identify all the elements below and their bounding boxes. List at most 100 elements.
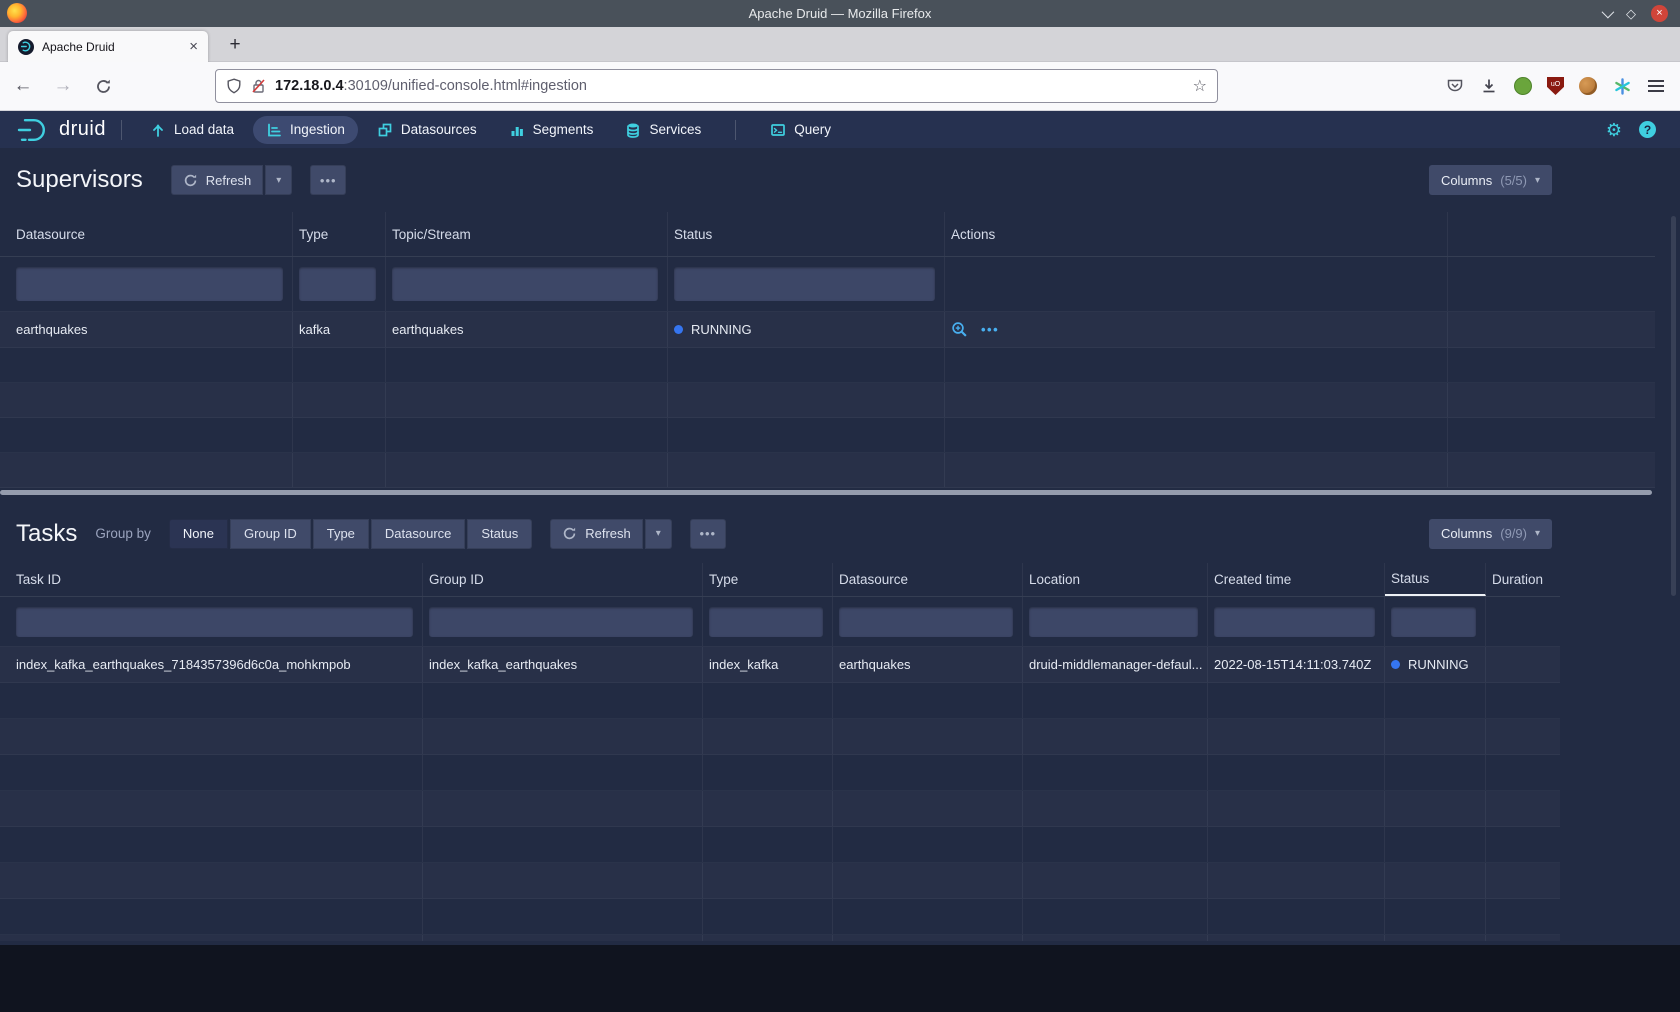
filter-created-time-input[interactable] <box>1214 607 1375 637</box>
filter-group-id-input[interactable] <box>429 607 693 637</box>
group-by-none-button[interactable]: None <box>169 519 228 549</box>
cell-created-time[interactable]: 2022-08-15T14:11:03.740Z <box>1208 647 1385 682</box>
cell-datasource[interactable]: earthquakes <box>833 647 1023 682</box>
pocket-icon[interactable] <box>1445 76 1465 96</box>
browser-tab[interactable]: Apache Druid × <box>8 31 208 62</box>
tasks-table-header: Task ID Group ID Type Datasource Locatio… <box>0 563 1560 597</box>
group-by-status-button[interactable]: Status <box>467 519 532 549</box>
filter-location-input[interactable] <box>1029 607 1198 637</box>
col-header-created-time[interactable]: Created time <box>1208 563 1385 596</box>
empty-row <box>0 863 1560 899</box>
filter-status-input[interactable] <box>674 267 935 301</box>
hamburger-menu-icon[interactable] <box>1646 76 1666 96</box>
window-minimize-icon[interactable] <box>1602 6 1615 19</box>
cell-type[interactable]: kafka <box>293 312 386 347</box>
task-row[interactable]: index_kafka_earthquakes_7184357396d6c0a_… <box>0 647 1560 683</box>
horizontal-scrollbar[interactable] <box>0 490 1652 495</box>
supervisors-title: Supervisors <box>16 166 143 194</box>
col-header-type[interactable]: Type <box>703 563 833 596</box>
supervisors-refresh-caret-button[interactable]: ▾ <box>265 165 292 195</box>
ublock-origin-icon[interactable]: uO <box>1547 77 1564 95</box>
supervisors-table-header: Datasource Type Topic/Stream Status Acti… <box>0 212 1655 257</box>
screen: Apache Druid — Mozilla Firefox ◇ × Apach… <box>0 0 1680 1012</box>
col-header-task-id[interactable]: Task ID <box>0 563 423 596</box>
cell-actions: ••• <box>945 312 1448 347</box>
col-header-datasource[interactable]: Datasource <box>833 563 1023 596</box>
supervisors-more-button[interactable]: ••• <box>310 165 346 195</box>
cell-status[interactable]: RUNNING <box>1385 647 1486 682</box>
back-button-icon[interactable]: ← <box>10 75 36 97</box>
nav-query[interactable]: Query <box>757 116 844 144</box>
refresh-icon <box>183 173 198 188</box>
cell-status[interactable]: RUNNING <box>668 312 945 347</box>
filter-type-input[interactable] <box>299 267 376 301</box>
col-header-status[interactable]: Status <box>668 212 945 256</box>
cell-task-id[interactable]: index_kafka_earthquakes_7184357396d6c0a_… <box>0 647 423 682</box>
magnify-details-icon[interactable] <box>951 321 968 338</box>
filter-task-id-input[interactable] <box>16 607 413 637</box>
bar-chart-icon <box>509 122 525 138</box>
filter-topic-stream-input[interactable] <box>392 267 658 301</box>
druid-brand[interactable]: druid <box>16 117 106 143</box>
col-header-group-id[interactable]: Group ID <box>423 563 703 596</box>
nav-load-data[interactable]: Load data <box>137 116 247 144</box>
col-header-type[interactable]: Type <box>293 212 386 256</box>
supervisors-header: Supervisors Refresh ▾ ••• Columns (5/5) … <box>0 148 1680 212</box>
forward-button-icon[interactable]: → <box>50 75 76 97</box>
running-status-dot <box>1391 660 1400 669</box>
col-header-status-sorted[interactable]: Status <box>1385 563 1486 596</box>
filter-datasource-input[interactable] <box>839 607 1013 637</box>
tasks-filter-row <box>0 597 1560 647</box>
tasks-more-button[interactable]: ••• <box>690 519 726 549</box>
chevron-down-icon: ▾ <box>1535 175 1540 186</box>
nav-datasources[interactable]: Datasources <box>364 116 490 144</box>
database-icon <box>625 122 641 138</box>
lock-insecure-icon[interactable] <box>251 78 266 94</box>
col-header-location[interactable]: Location <box>1023 563 1208 596</box>
group-by-datasource-button[interactable]: Datasource <box>371 519 465 549</box>
cell-group-id[interactable]: index_kafka_earthquakes <box>423 647 703 682</box>
shield-icon[interactable] <box>226 78 242 94</box>
nav-services[interactable]: Services <box>612 116 714 144</box>
cookie-extension-icon[interactable] <box>1578 76 1598 96</box>
supervisors-refresh-button[interactable]: Refresh <box>171 165 264 195</box>
window-close-button[interactable]: × <box>1651 5 1668 22</box>
cell-type[interactable]: index_kafka <box>703 647 833 682</box>
nav-segments[interactable]: Segments <box>496 116 607 144</box>
privacy-badger-icon[interactable] <box>1513 76 1533 96</box>
url-bar[interactable]: 172.18.0.4:30109/unified-console.html#in… <box>215 69 1218 103</box>
filter-datasource-input[interactable] <box>16 267 283 301</box>
filter-status-input[interactable] <box>1391 607 1476 637</box>
group-by-group-id-button[interactable]: Group ID <box>230 519 311 549</box>
container-asterisk-icon[interactable] <box>1612 76 1632 96</box>
nav-ingestion[interactable]: Ingestion <box>253 116 358 144</box>
cell-topic-stream[interactable]: earthquakes <box>386 312 668 347</box>
reload-button-icon[interactable] <box>90 78 116 95</box>
window-maximize-icon[interactable]: ◇ <box>1626 7 1636 20</box>
tasks-refresh-button[interactable]: Refresh <box>550 519 643 549</box>
group-by-type-button[interactable]: Type <box>313 519 369 549</box>
help-icon[interactable]: ? <box>1639 121 1656 138</box>
stacked-boxes-icon <box>377 122 393 138</box>
settings-gear-icon[interactable]: ⚙ <box>1606 121 1622 139</box>
col-header-datasource[interactable]: Datasource <box>0 212 293 256</box>
empty-row <box>0 453 1655 488</box>
supervisors-table: Datasource Type Topic/Stream Status Acti… <box>0 212 1655 488</box>
tab-close-icon[interactable]: × <box>183 38 198 55</box>
supervisor-row[interactable]: earthquakes kafka earthquakes RUNNING ••… <box>0 312 1655 348</box>
bookmark-star-icon[interactable]: ☆ <box>1193 76 1207 96</box>
new-tab-button[interactable]: + <box>222 32 248 58</box>
tasks-refresh-caret-button[interactable]: ▾ <box>645 519 672 549</box>
chart-timeline-icon <box>266 122 282 138</box>
cell-location[interactable]: druid-middlemanager-defaul... <box>1023 647 1208 682</box>
col-header-topic-stream[interactable]: Topic/Stream <box>386 212 668 256</box>
filter-type-input[interactable] <box>709 607 823 637</box>
col-header-duration[interactable]: Duration <box>1486 563 1560 596</box>
cell-datasource[interactable]: earthquakes <box>0 312 293 347</box>
brand-name: druid <box>59 118 106 141</box>
downloads-icon[interactable] <box>1479 76 1499 96</box>
row-actions-more-icon[interactable]: ••• <box>981 322 999 337</box>
supervisors-columns-button[interactable]: Columns (5/5) ▾ <box>1429 165 1552 195</box>
col-header-actions[interactable]: Actions <box>945 212 1448 256</box>
tasks-columns-button[interactable]: Columns (9/9) ▾ <box>1429 519 1552 549</box>
